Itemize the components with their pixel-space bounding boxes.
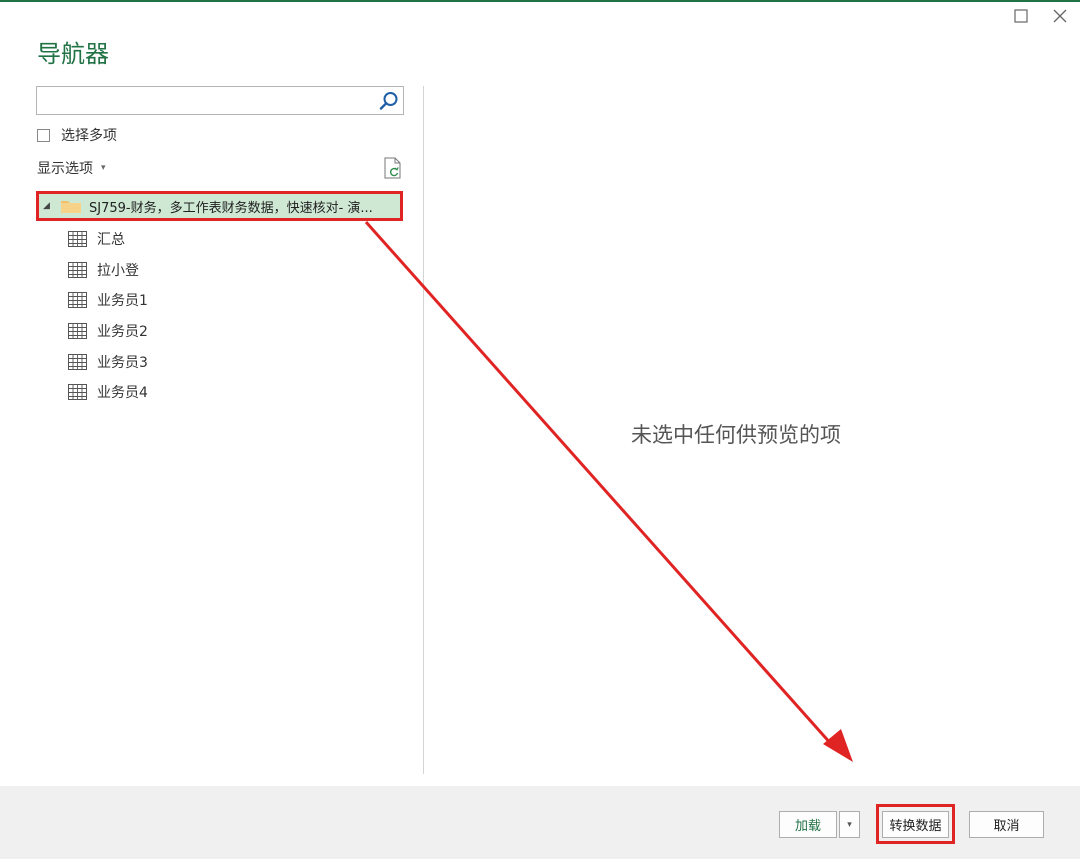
search-icon[interactable] (378, 90, 400, 112)
table-icon (68, 353, 87, 370)
annotation-arrow (364, 221, 853, 762)
sheet-list: 汇总 拉小登 业务员1 业务员2 业务员3 业务员4 (68, 224, 148, 408)
search-box[interactable] (36, 86, 404, 115)
window-top-border (0, 0, 1080, 2)
table-icon (68, 384, 87, 401)
load-button[interactable]: 加载 (779, 811, 837, 838)
maximize-icon[interactable] (1011, 6, 1031, 26)
tree-item-sheet[interactable]: 业务员4 (68, 377, 148, 408)
chevron-down-icon: ▾ (101, 163, 106, 173)
select-multiple-option[interactable]: 选择多项 (37, 126, 117, 144)
tree-item-sheet[interactable]: 拉小登 (68, 255, 148, 286)
transform-data-button[interactable]: 转换数据 (882, 811, 949, 838)
table-icon (68, 323, 87, 340)
search-input[interactable] (43, 91, 373, 111)
select-multiple-label: 选择多项 (61, 128, 117, 144)
sheet-label: 汇总 (97, 232, 125, 249)
table-icon (68, 292, 87, 309)
tree-root-label: SJ759-财务，多工作表财务数据，快速核对- 演... (89, 200, 373, 216)
table-icon (68, 231, 87, 248)
sheet-label: 拉小登 (97, 262, 139, 279)
display-options-label: 显示选项 (37, 161, 93, 177)
dialog-title: 导航器 (37, 40, 109, 68)
sheet-label: 业务员4 (97, 385, 148, 402)
cancel-button[interactable]: 取消 (969, 811, 1044, 838)
tree-root-workbook[interactable]: ◢ SJ759-财务，多工作表财务数据，快速核对- 演... (36, 191, 403, 221)
pane-divider (423, 86, 424, 774)
preview-empty-message: 未选中任何供预览的项 (631, 423, 841, 447)
display-options-dropdown[interactable]: 显示选项 ▾ (37, 158, 106, 178)
sheet-label: 业务员1 (97, 293, 148, 310)
folder-icon (61, 201, 81, 213)
sheet-label: 业务员2 (97, 324, 148, 341)
close-icon[interactable] (1050, 6, 1070, 26)
tree-item-sheet[interactable]: 业务员3 (68, 346, 148, 377)
tree-item-sheet[interactable]: 业务员1 (68, 285, 148, 316)
collapse-triangle-icon[interactable]: ◢ (43, 201, 55, 211)
tree-item-sheet[interactable]: 业务员2 (68, 316, 148, 347)
table-icon (68, 261, 87, 278)
load-dropdown-icon[interactable]: ▾ (839, 811, 860, 838)
sheet-label: 业务员3 (97, 354, 148, 371)
select-multiple-checkbox[interactable] (37, 128, 50, 142)
tree-item-sheet[interactable]: 汇总 (68, 224, 148, 255)
refresh-file-icon[interactable] (383, 157, 403, 179)
